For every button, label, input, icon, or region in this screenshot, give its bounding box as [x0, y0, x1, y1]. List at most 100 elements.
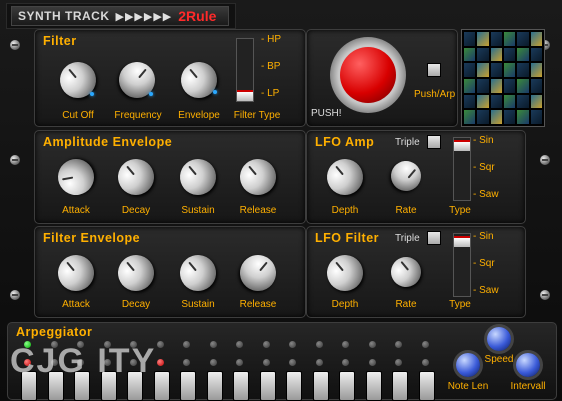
amp-decay-knob[interactable] — [110, 151, 162, 203]
filter-type-bp[interactable]: - BP — [261, 61, 280, 72]
fenv-sustain-knob[interactable] — [172, 247, 224, 299]
step-button[interactable] — [259, 371, 276, 401]
lfo-amp-wave-sqr[interactable]: - Sqr — [473, 162, 495, 173]
header: SYNTH TRACK ▶▶▶▶▶▶ 2Rule — [6, 3, 236, 29]
brand-name: 2Rule — [178, 8, 217, 24]
step-led-icon — [262, 341, 270, 348]
push-button-cap[interactable] — [340, 47, 396, 103]
fenv-decay-label: Decay — [121, 299, 151, 310]
filter-envelope-panel: Filter Envelope Attack Decay Sustain Rel… — [34, 226, 306, 318]
step-button[interactable] — [312, 371, 329, 401]
step-active-led-icon — [289, 359, 296, 366]
step-button[interactable] — [339, 371, 355, 401]
push-button[interactable] — [330, 37, 406, 113]
lfo-filter-wave-saw[interactable]: - Saw — [473, 285, 499, 296]
slider-handle[interactable] — [454, 236, 470, 247]
frequency-label: Frequency — [114, 110, 162, 121]
amp-release-label: Release — [239, 205, 277, 216]
lfo-amp-type-slider[interactable] — [453, 137, 471, 201]
filter-panel: Filter Cut Off Frequency Envelope - HP -… — [34, 29, 306, 127]
lfo-filter-type-slider[interactable] — [453, 233, 471, 297]
step-active-led-icon — [342, 359, 349, 366]
step-button[interactable] — [392, 371, 408, 401]
step-button[interactable] — [206, 371, 223, 401]
logo: SYNTH TRACK ▶▶▶▶▶▶ 2Rule — [11, 6, 229, 26]
step-led-icon — [236, 341, 243, 348]
interval-label: Intervall — [510, 381, 546, 392]
screw-icon — [10, 40, 20, 50]
screw-icon — [10, 290, 20, 300]
screw-icon — [540, 155, 550, 165]
filter-type-label: Filter Type — [233, 110, 281, 121]
fenv-release-label: Release — [239, 299, 277, 310]
fenv-release-knob[interactable] — [232, 247, 284, 299]
fenv-attack-knob[interactable] — [50, 247, 102, 299]
knob-indicator-icon — [149, 92, 153, 96]
fenv-attack-label: Attack — [62, 299, 90, 310]
step-led-icon — [289, 341, 296, 348]
amp-attack-knob[interactable] — [55, 156, 97, 198]
note-len-knob[interactable] — [456, 353, 480, 377]
lfo-filter-triple-label: Triple — [395, 233, 420, 244]
filter-envelope-title: Filter Envelope — [43, 231, 141, 245]
fenv-decay-knob[interactable] — [110, 247, 162, 299]
lfo-amp-rate-knob[interactable] — [384, 154, 428, 198]
knob-indicator-icon — [90, 92, 94, 96]
step-active-led-icon — [262, 359, 270, 366]
lfo-filter-rate-knob[interactable] — [384, 250, 428, 294]
amp-sustain-label: Sustain — [181, 205, 215, 216]
step-button[interactable] — [180, 371, 196, 401]
lfo-filter-wave-sin[interactable]: - Sin — [473, 231, 494, 242]
push-label: PUSH! — [311, 108, 342, 119]
lfo-filter-triple-checkbox[interactable] — [427, 231, 441, 245]
filter-type-lp[interactable]: - LP — [261, 88, 279, 99]
step-button[interactable] — [233, 371, 249, 401]
lfo-filter-panel: LFO Filter Triple Depth Rate - Sin - Sqr… — [306, 226, 526, 318]
envelope-knob[interactable] — [173, 54, 225, 106]
push-arp-label: Push/Arp — [414, 89, 456, 100]
slider-handle[interactable] — [454, 140, 470, 151]
speed-knob[interactable] — [487, 327, 511, 351]
push-arp-checkbox[interactable] — [427, 63, 441, 77]
lfo-filter-type-label: Type — [449, 299, 471, 310]
fenv-sustain-label: Sustain — [181, 299, 215, 310]
visualizer-display — [461, 29, 545, 127]
step-active-led-icon — [236, 359, 243, 366]
screw-icon — [540, 290, 550, 300]
lfo-amp-wave-saw[interactable]: - Saw — [473, 189, 499, 200]
lfo-amp-triple-label: Triple — [395, 137, 420, 148]
speed-label: Speed — [484, 354, 514, 365]
filter-type-hp[interactable]: - HP — [261, 34, 281, 45]
cutoff-label: Cut Off — [62, 110, 94, 121]
lfo-filter-depth-knob[interactable] — [319, 247, 371, 299]
filter-title: Filter — [43, 34, 77, 48]
interval-knob[interactable] — [516, 353, 540, 377]
step-button[interactable] — [286, 371, 302, 401]
filter-type-slider[interactable] — [236, 38, 254, 102]
note-len-label: Note Len — [447, 381, 489, 392]
step-led-icon — [209, 341, 217, 348]
lfo-filter-rate-label: Rate — [395, 299, 417, 310]
amp-envelope-panel: Amplitude Envelope Attack Decay Sustain … — [34, 130, 306, 224]
frequency-knob[interactable] — [111, 54, 163, 106]
envelope-label: Envelope — [178, 110, 220, 121]
step-active-led-icon — [183, 359, 190, 366]
step-led-icon — [395, 341, 402, 348]
lfo-amp-wave-sin[interactable]: - Sin — [473, 135, 494, 146]
screw-icon — [10, 155, 20, 165]
step-led-icon — [315, 341, 323, 348]
lfo-amp-type-label: Type — [449, 205, 471, 216]
amp-release-knob[interactable] — [232, 151, 284, 203]
amp-decay-label: Decay — [121, 205, 151, 216]
lfo-filter-depth-label: Depth — [331, 299, 359, 310]
lfo-amp-triple-checkbox[interactable] — [427, 135, 441, 149]
step-button[interactable] — [418, 371, 435, 401]
slider-handle[interactable] — [237, 90, 253, 101]
cutoff-knob[interactable] — [52, 54, 104, 106]
lfo-filter-wave-sqr[interactable]: - Sqr — [473, 258, 495, 269]
amp-sustain-knob[interactable] — [172, 151, 224, 203]
lfo-amp-rate-label: Rate — [395, 205, 417, 216]
step-button[interactable] — [365, 371, 382, 401]
lfo-amp-depth-label: Depth — [331, 205, 359, 216]
lfo-amp-depth-knob[interactable] — [319, 151, 371, 203]
